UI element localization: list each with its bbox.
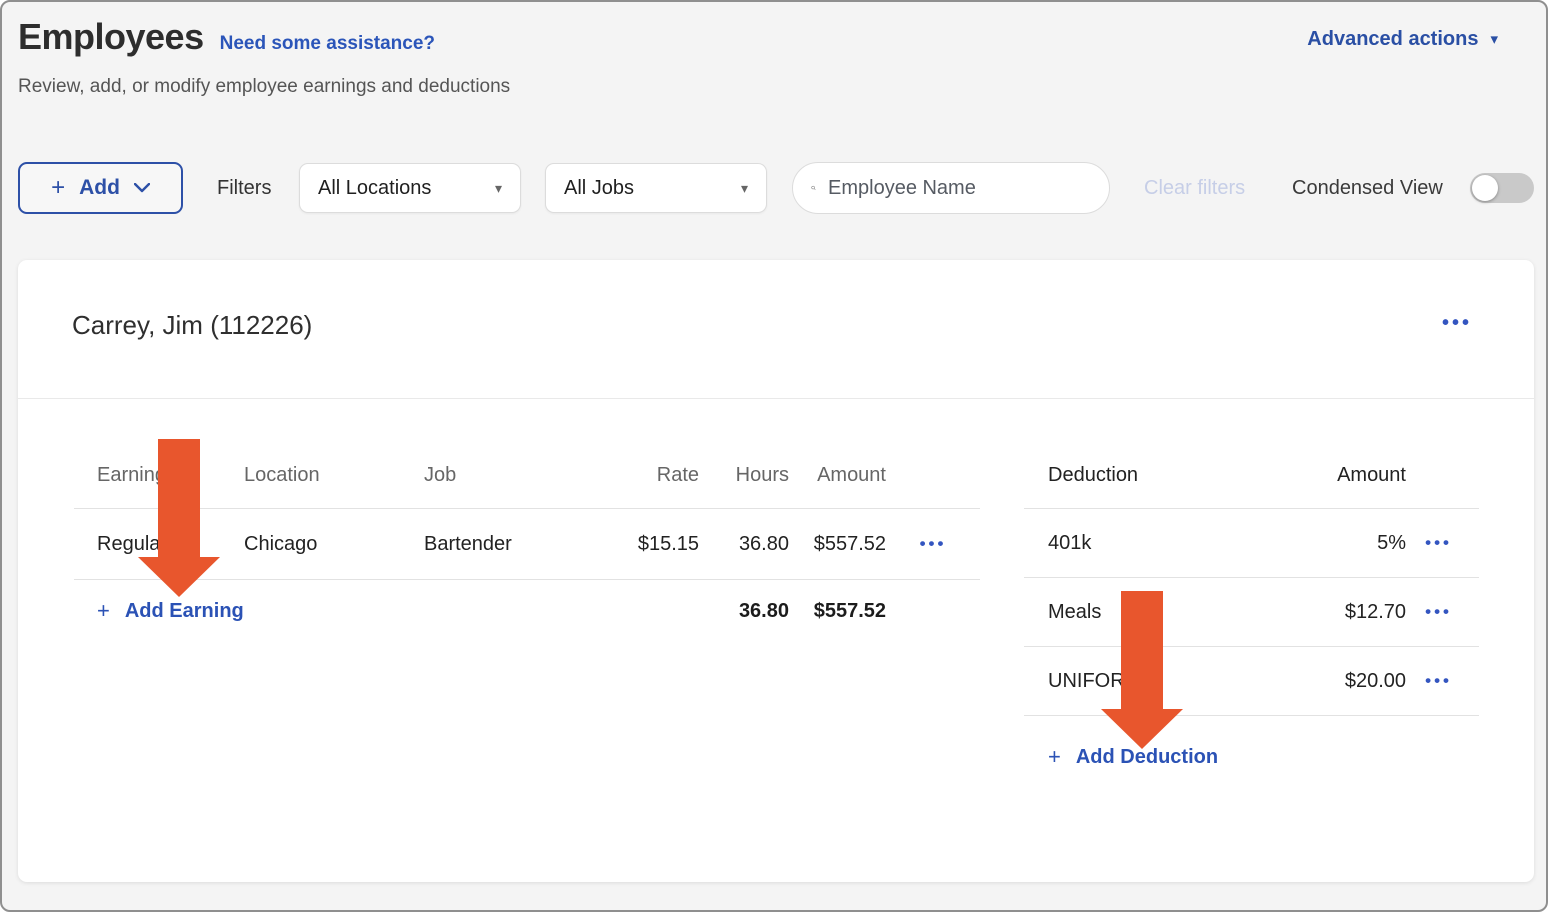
- ellipsis-icon: •••: [1442, 312, 1472, 334]
- toggle-knob: [1472, 175, 1498, 201]
- column-header-hours: Hours: [699, 464, 789, 487]
- employee-card: Carrey, Jim (112226) ••• Earnings Locati…: [18, 260, 1534, 882]
- earning-row-actions-menu[interactable]: •••: [886, 534, 980, 554]
- deduction-row-actions-menu[interactable]: •••: [1416, 533, 1452, 553]
- deduction-row: UNIFOR $20.00 •••: [1024, 647, 1479, 716]
- plus-icon: +: [51, 174, 65, 202]
- column-header-rate: Rate: [609, 464, 699, 487]
- column-header-location: Location: [244, 464, 424, 487]
- search-icon: [811, 176, 816, 200]
- ellipsis-icon: •••: [1425, 602, 1452, 621]
- add-earning-link[interactable]: + Add Earning: [74, 598, 609, 624]
- deduction-amount-cell: $20.00: [1345, 670, 1406, 693]
- employees-page: Employees Need some assistance? Review, …: [0, 0, 1548, 912]
- employee-actions-menu[interactable]: •••: [1442, 312, 1472, 335]
- filters-label: Filters: [217, 162, 271, 214]
- earnings-table: Earnings Location Job Rate Hours Amount …: [74, 442, 980, 642]
- deduction-name-cell: UNIFOR: [1048, 670, 1335, 693]
- amount-cell: $557.52: [789, 533, 886, 556]
- deduction-amount-cell: 5%: [1377, 532, 1406, 555]
- ellipsis-icon: •••: [1425, 533, 1452, 552]
- total-hours: 36.80: [699, 600, 789, 623]
- deductions-header-row: Deduction Amount: [1024, 442, 1479, 509]
- add-earning-label: Add Earning: [125, 600, 244, 623]
- advanced-actions-label: Advanced actions: [1307, 28, 1478, 51]
- earnings-footer-row: + Add Earning 36.80 $557.52: [74, 580, 980, 642]
- rate-cell: $15.15: [609, 533, 699, 556]
- add-deduction-link[interactable]: + Add Deduction: [1024, 744, 1479, 770]
- condensed-view-label: Condensed View: [1292, 162, 1443, 214]
- job-cell: Bartender: [424, 533, 609, 556]
- plus-icon: +: [1048, 744, 1061, 770]
- toolbar: + Add Filters All Locations ▾ All Jobs ▾…: [2, 162, 1546, 214]
- hours-cell: 36.80: [699, 533, 789, 556]
- deduction-amount-cell: $12.70: [1345, 601, 1406, 624]
- column-header-earnings: Earnings: [74, 464, 244, 487]
- add-button-label: Add: [79, 176, 120, 200]
- advanced-actions-button[interactable]: Advanced actions ▾: [1307, 28, 1498, 51]
- location-filter-value: All Locations: [318, 177, 431, 200]
- search-input[interactable]: [828, 177, 1093, 200]
- caret-down-icon: ▾: [495, 181, 502, 195]
- deduction-row-actions-menu[interactable]: •••: [1416, 671, 1452, 691]
- total-amount: $557.52: [789, 600, 886, 623]
- deductions-table: Deduction Amount 401k 5% ••• Meals $12.7…: [1024, 442, 1479, 770]
- clear-filters-button[interactable]: Clear filters: [1144, 162, 1245, 214]
- chevron-down-icon: [134, 183, 150, 193]
- ellipsis-icon: •••: [1425, 671, 1452, 690]
- ellipsis-icon: •••: [920, 534, 947, 553]
- add-button[interactable]: + Add: [18, 162, 183, 214]
- job-filter-value: All Jobs: [564, 177, 634, 200]
- employee-name: Carrey, Jim (112226): [72, 310, 312, 341]
- deduction-row: Meals $12.70 •••: [1024, 578, 1479, 647]
- job-filter-dropdown[interactable]: All Jobs ▾: [545, 163, 767, 213]
- column-header-deduction: Deduction: [1048, 464, 1327, 487]
- plus-icon: +: [97, 598, 110, 624]
- employee-card-header: Carrey, Jim (112226) •••: [18, 260, 1534, 399]
- page-title: Employees: [18, 16, 204, 58]
- location-cell: Chicago: [244, 533, 424, 556]
- caret-down-icon: ▾: [1490, 32, 1498, 47]
- column-header-amount: Amount: [789, 464, 886, 487]
- earnings-row: Regular Chicago Bartender $15.15 36.80 $…: [74, 509, 980, 580]
- column-header-job: Job: [424, 464, 609, 487]
- add-deduction-label: Add Deduction: [1076, 746, 1218, 769]
- condensed-view-toggle[interactable]: [1470, 173, 1534, 203]
- location-filter-dropdown[interactable]: All Locations ▾: [299, 163, 521, 213]
- deduction-row-actions-menu[interactable]: •••: [1416, 602, 1452, 622]
- column-header-deduction-amount: Amount: [1337, 464, 1406, 487]
- page-header: Employees Need some assistance?: [18, 16, 435, 58]
- employee-search: [792, 162, 1110, 214]
- caret-down-icon: ▾: [741, 181, 748, 195]
- deduction-row: 401k 5% •••: [1024, 509, 1479, 578]
- deduction-name-cell: 401k: [1048, 532, 1367, 555]
- assistance-link[interactable]: Need some assistance?: [220, 33, 435, 55]
- page-subtitle: Review, add, or modify employee earnings…: [18, 76, 510, 98]
- earnings-header-row: Earnings Location Job Rate Hours Amount: [74, 442, 980, 509]
- earning-type-cell: Regular: [74, 533, 244, 556]
- deduction-name-cell: Meals: [1048, 601, 1335, 624]
